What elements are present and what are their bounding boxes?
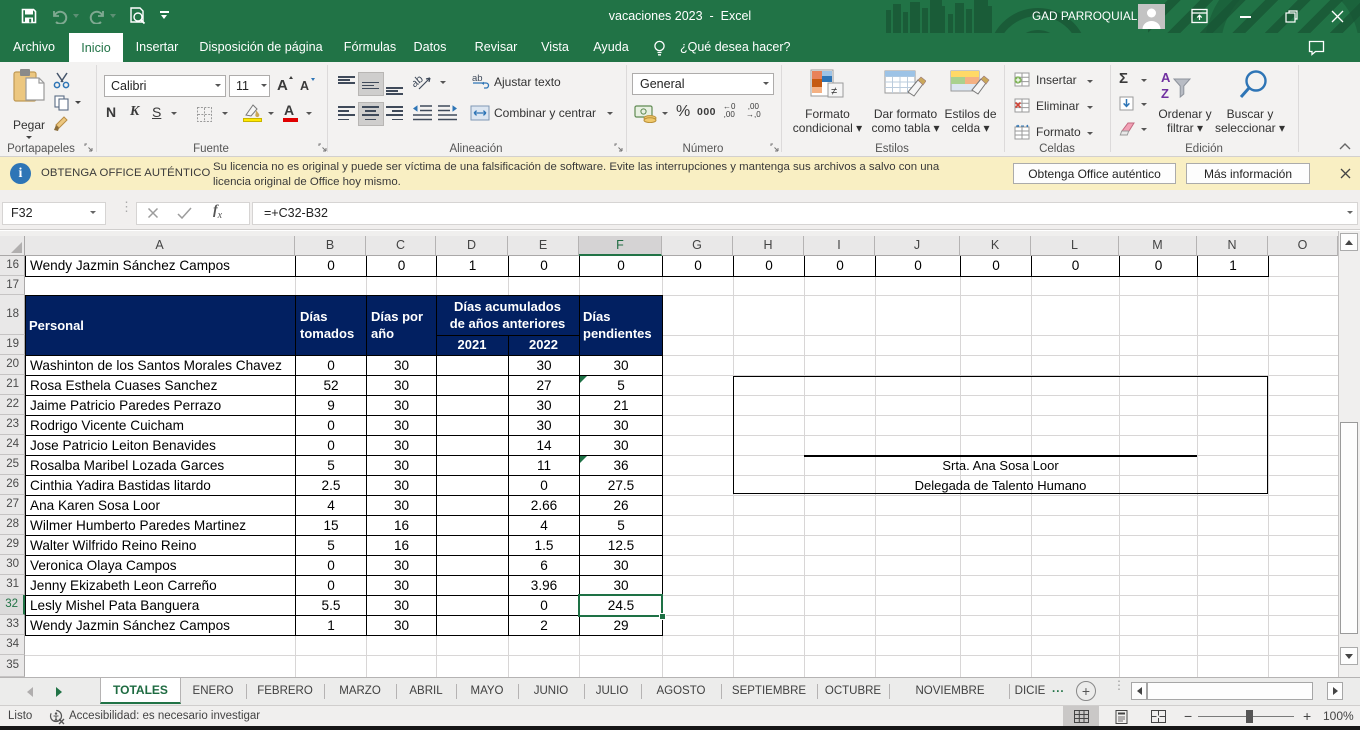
svg-text:ab: ab xyxy=(413,73,426,90)
svg-text:ab: ab xyxy=(472,73,483,84)
svg-text:≠: ≠ xyxy=(831,86,837,98)
svg-text:A: A xyxy=(1161,70,1171,85)
svg-text:Z: Z xyxy=(1161,86,1169,101)
